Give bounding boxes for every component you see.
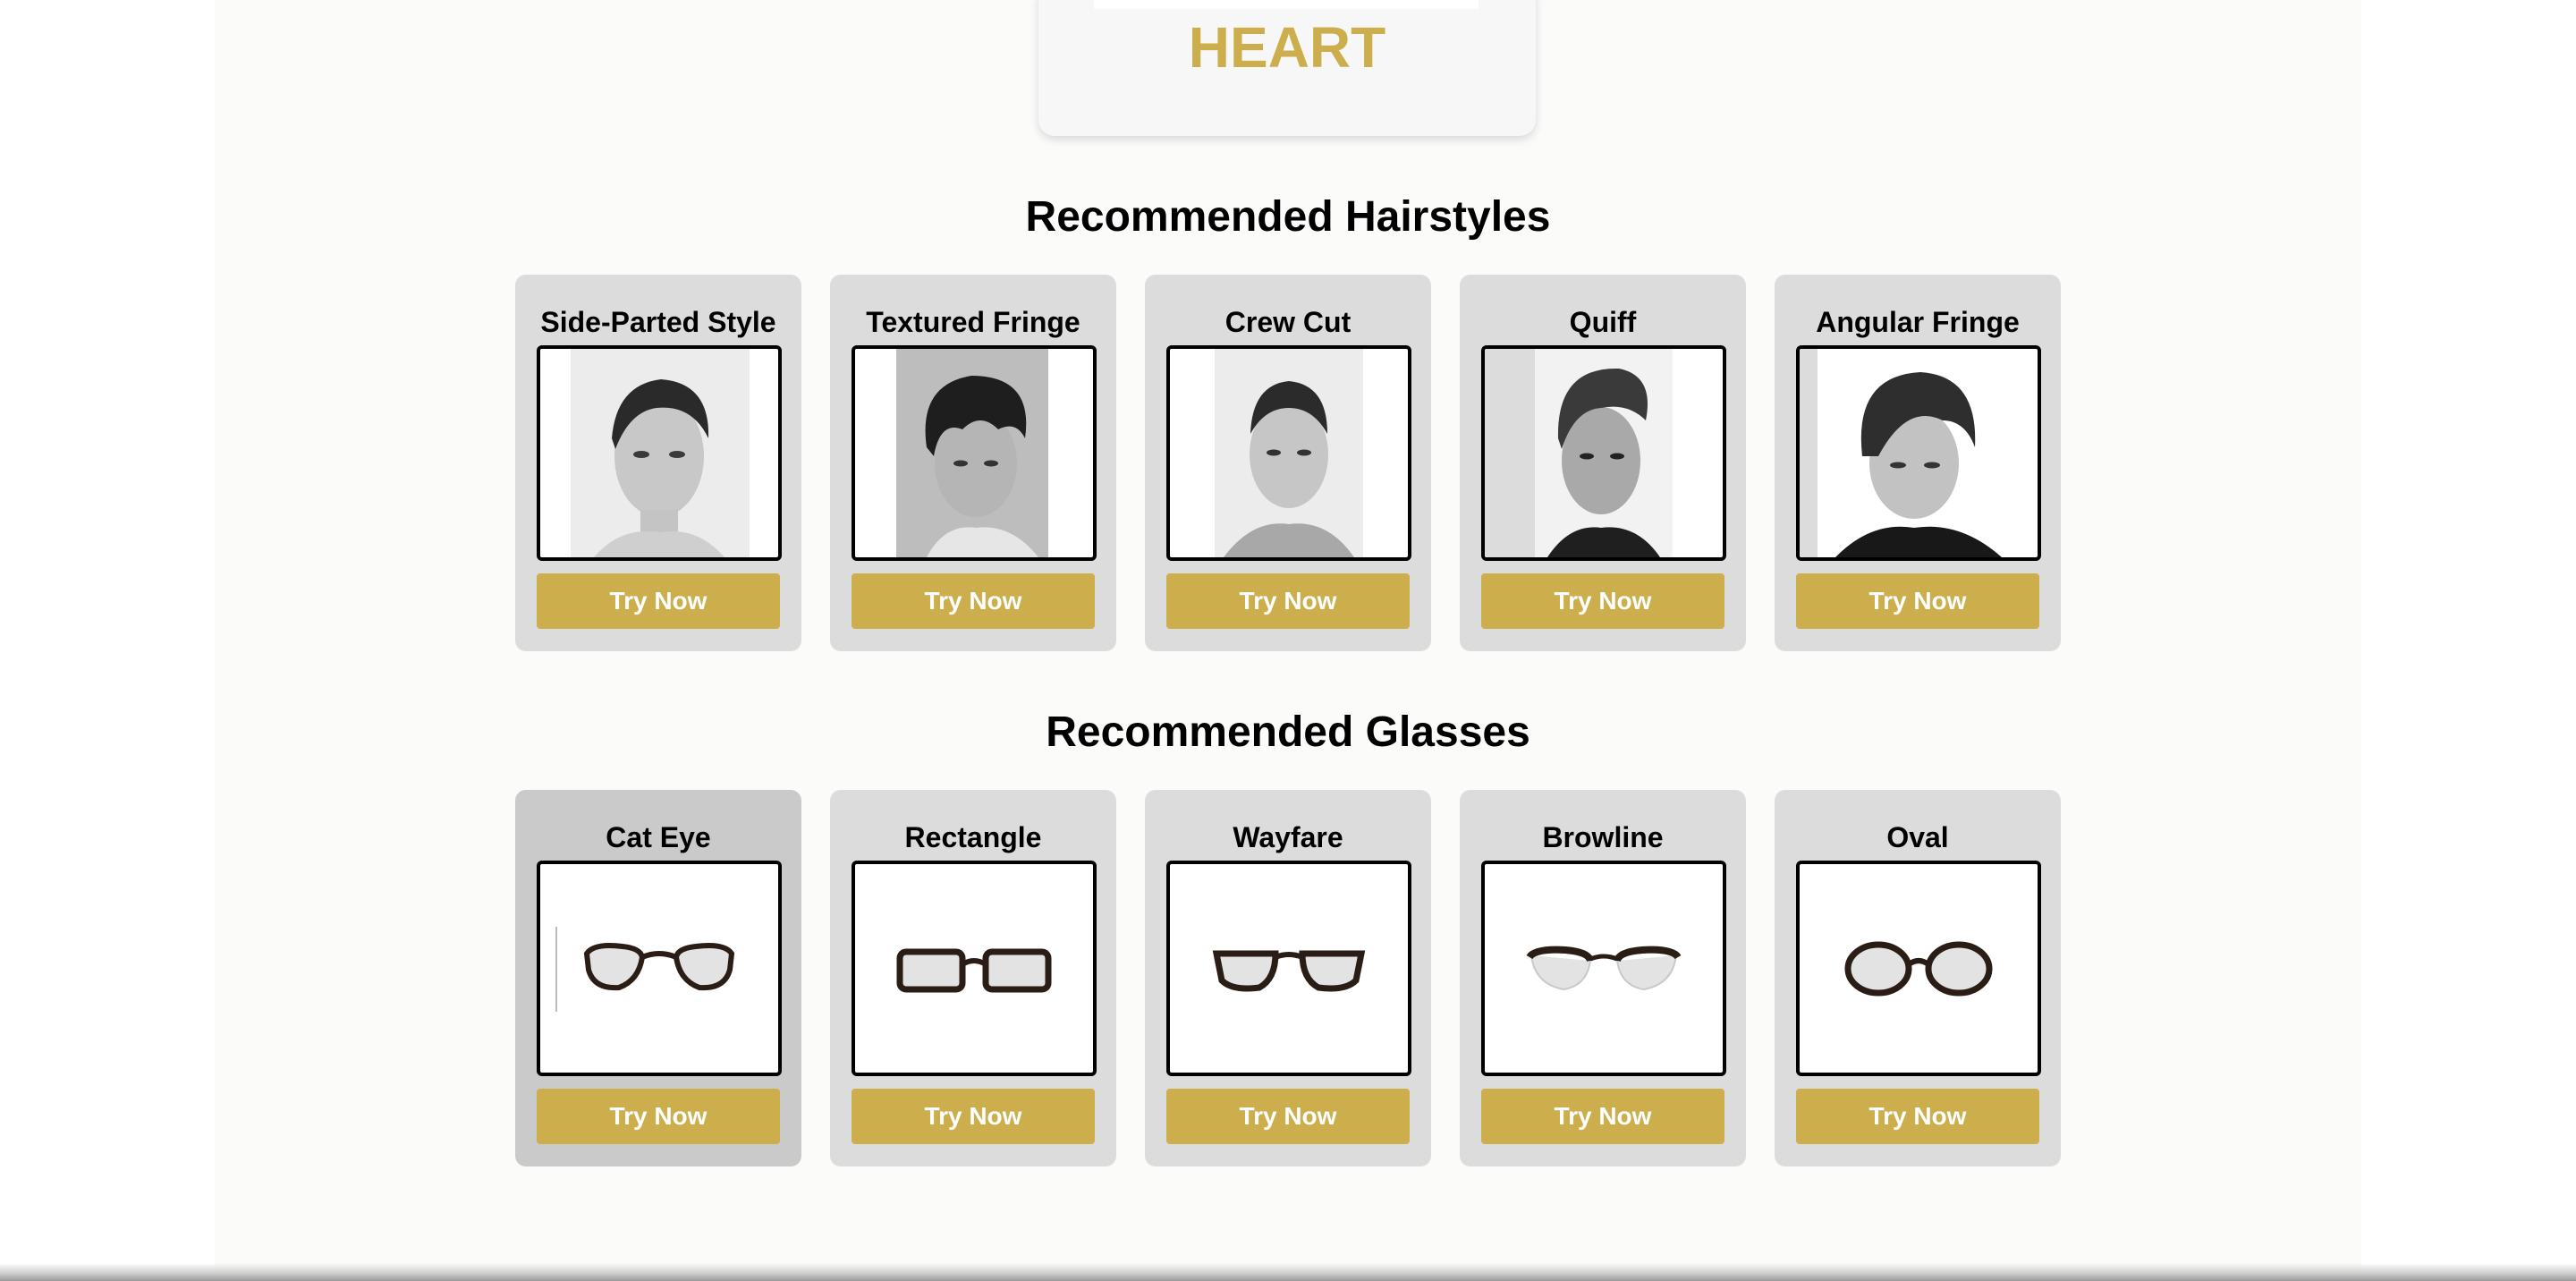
hairstyle-name: Angular Fringe — [1816, 306, 2020, 338]
glasses-name: Cat Eye — [606, 821, 711, 853]
glasses-name: Wayfare — [1233, 821, 1343, 853]
glasses-name: Rectangle — [904, 821, 1042, 853]
glasses-card-browline[interactable]: Browline Try Now — [1460, 790, 1746, 1166]
hairstyle-card-angular-fringe[interactable]: Angular Fringe Try Now — [1775, 275, 2061, 651]
hairstyle-name: Side-Parted Style — [540, 306, 776, 338]
angular-fringe-hairstyle-photo — [1796, 345, 2041, 561]
try-now-button[interactable]: Try Now — [1481, 573, 1724, 629]
try-now-button[interactable]: Try Now — [852, 573, 1095, 629]
glasses-card-oval[interactable]: Oval Try Now — [1775, 790, 2061, 1166]
glasses-section-title: Recommended Glasses — [1046, 708, 1530, 756]
face-shape-label: HEART — [1188, 15, 1386, 80]
hairstyles-section-title: Recommended Hairstyles — [1025, 193, 1551, 241]
rectangle-glasses-icon — [852, 861, 1097, 1076]
try-now-button[interactable]: Try Now — [1166, 573, 1410, 629]
try-now-button[interactable]: Try Now — [1166, 1089, 1410, 1144]
window-bottom-edge — [0, 1263, 2576, 1281]
try-now-button[interactable]: Try Now — [537, 1089, 780, 1144]
face-shape-card: HEART — [1038, 0, 1536, 136]
glasses-card-cat-eye[interactable]: Cat Eye Try Now — [515, 790, 801, 1166]
try-now-button[interactable]: Try Now — [1796, 573, 2039, 629]
try-now-button[interactable]: Try Now — [852, 1089, 1095, 1144]
textured-fringe-hairstyle-photo — [852, 345, 1097, 561]
crew-cut-hairstyle-photo — [1166, 345, 1411, 561]
hairstyle-name: Quiff — [1569, 306, 1637, 338]
side-parted-hairstyle-photo — [537, 345, 782, 561]
glasses-card-wayfare[interactable]: Wayfare Try Now — [1145, 790, 1431, 1166]
hairstyle-name: Crew Cut — [1224, 306, 1352, 338]
try-now-button[interactable]: Try Now — [537, 573, 780, 629]
browline-glasses-icon — [1481, 861, 1726, 1076]
cat-eye-glasses-icon — [537, 861, 782, 1076]
hairstyle-card-quiff[interactable]: Quiff Try Now — [1460, 275, 1746, 651]
glasses-name: Oval — [1886, 821, 1949, 853]
hairstyle-card-side-parted[interactable]: Side-Parted Style Try Now — [515, 275, 801, 651]
try-now-button[interactable]: Try Now — [1796, 1089, 2039, 1144]
hairstyle-card-textured-fringe[interactable]: Textured Fringe Try Now — [830, 275, 1116, 651]
wayfarer-glasses-icon — [1166, 861, 1411, 1076]
hairstyle-name: Textured Fringe — [866, 306, 1080, 338]
hairstyle-card-crew-cut[interactable]: Crew Cut Try Now — [1145, 275, 1431, 651]
face-shape-image-edge — [1094, 0, 1479, 9]
quiff-hairstyle-photo — [1481, 345, 1726, 561]
glasses-name: Browline — [1542, 821, 1664, 853]
oval-glasses-icon — [1796, 861, 2041, 1076]
try-now-button[interactable]: Try Now — [1481, 1089, 1724, 1144]
glasses-card-rectangle[interactable]: Rectangle Try Now — [830, 790, 1116, 1166]
